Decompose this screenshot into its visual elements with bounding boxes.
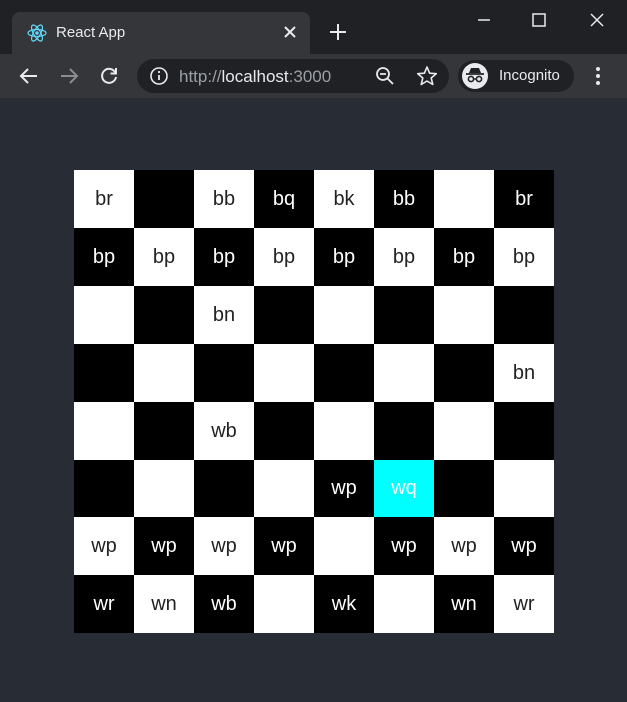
minimize-icon[interactable] — [472, 8, 496, 32]
board-square[interactable] — [314, 517, 374, 575]
board-square[interactable] — [74, 344, 134, 402]
profile-label: Incognito — [499, 67, 560, 84]
board-square[interactable]: bp — [374, 228, 434, 286]
board-square[interactable] — [434, 402, 494, 460]
board-square[interactable] — [254, 402, 314, 460]
board-square[interactable] — [434, 286, 494, 344]
board-square[interactable] — [74, 460, 134, 517]
board-square[interactable] — [434, 170, 494, 228]
board-square[interactable]: wp — [74, 517, 134, 575]
board-square[interactable]: bb — [374, 170, 434, 228]
url-text: http://localhost:3000 — [179, 67, 331, 87]
board-square[interactable] — [494, 402, 554, 460]
board-square[interactable] — [254, 460, 314, 517]
board-square[interactable]: bb — [194, 170, 254, 228]
board-square[interactable]: wk — [314, 575, 374, 633]
board-square[interactable]: bp — [134, 228, 194, 286]
close-window-icon[interactable] — [585, 8, 609, 32]
url-host: localhost — [221, 67, 289, 86]
board-square[interactable] — [374, 575, 434, 633]
info-icon[interactable] — [149, 66, 169, 86]
back-arrow-icon[interactable] — [17, 64, 41, 88]
board-square[interactable]: wn — [434, 575, 494, 633]
board-square[interactable]: wr — [74, 575, 134, 633]
board-square[interactable] — [314, 286, 374, 344]
url-scheme: http:// — [179, 67, 222, 86]
board-square[interactable] — [374, 402, 434, 460]
board-square[interactable] — [134, 402, 194, 460]
reload-icon[interactable] — [97, 64, 121, 88]
board-square[interactable] — [494, 460, 554, 517]
board-square[interactable] — [74, 286, 134, 344]
tab-title: React App — [56, 24, 126, 41]
board-square[interactable]: wp — [314, 460, 374, 517]
board-square[interactable]: wr — [494, 575, 554, 633]
browser-title-bar: React App — [0, 0, 627, 54]
address-bar[interactable]: http://localhost:3000 — [137, 59, 449, 93]
board-square[interactable]: bp — [74, 228, 134, 286]
board-square[interactable] — [254, 575, 314, 633]
board-square[interactable]: wq — [374, 460, 434, 517]
maximize-icon[interactable] — [527, 8, 551, 32]
board-square[interactable] — [254, 344, 314, 402]
forward-arrow-icon[interactable] — [57, 64, 81, 88]
board-square[interactable]: wp — [434, 517, 494, 575]
board-square[interactable]: wp — [374, 517, 434, 575]
board-square[interactable]: bn — [494, 344, 554, 402]
board-square[interactable] — [194, 460, 254, 517]
close-icon[interactable] — [282, 24, 298, 40]
plus-icon[interactable] — [328, 22, 348, 42]
react-logo-icon — [27, 24, 47, 42]
board-square[interactable]: bp — [254, 228, 314, 286]
board-square[interactable]: wp — [494, 517, 554, 575]
board-square[interactable]: wp — [194, 517, 254, 575]
board-square[interactable] — [134, 286, 194, 344]
board-square[interactable]: wn — [134, 575, 194, 633]
board-square[interactable]: wp — [254, 517, 314, 575]
board-square[interactable]: wp — [134, 517, 194, 575]
board-square[interactable] — [374, 286, 434, 344]
board-square[interactable] — [74, 402, 134, 460]
incognito-avatar — [462, 63, 488, 89]
board-square[interactable]: bq — [254, 170, 314, 228]
board-square[interactable] — [494, 286, 554, 344]
board-square[interactable] — [314, 402, 374, 460]
board-square[interactable] — [374, 344, 434, 402]
board-square[interactable]: bp — [494, 228, 554, 286]
board-square[interactable]: br — [494, 170, 554, 228]
more-vertical-icon[interactable] — [588, 64, 608, 88]
board-square[interactable] — [314, 344, 374, 402]
board-square[interactable]: bn — [194, 286, 254, 344]
browser-toolbar: http://localhost:3000 Incognito — [0, 54, 627, 99]
browser-tab[interactable]: React App — [12, 12, 310, 54]
star-icon[interactable] — [416, 65, 438, 87]
incognito-icon — [466, 68, 484, 83]
zoom-out-icon[interactable] — [375, 66, 395, 86]
board-square[interactable]: wb — [194, 402, 254, 460]
board-square[interactable] — [134, 460, 194, 517]
board-square[interactable] — [194, 344, 254, 402]
board-square[interactable] — [434, 460, 494, 517]
board-square[interactable]: bp — [314, 228, 374, 286]
board-square[interactable]: bp — [194, 228, 254, 286]
profile-button[interactable]: Incognito — [458, 60, 574, 92]
board-square[interactable]: wb — [194, 575, 254, 633]
board-square[interactable]: bk — [314, 170, 374, 228]
board-square[interactable]: br — [74, 170, 134, 228]
chess-board: br bb bq bk bb br bp bp bp bp bp bp bp bp bn bn wb wp wq wp… — [74, 170, 554, 633]
url-port: :3000 — [288, 67, 332, 86]
board-square[interactable] — [134, 170, 194, 228]
board-square[interactable]: bp — [434, 228, 494, 286]
board-square[interactable] — [254, 286, 314, 344]
board-square[interactable] — [134, 344, 194, 402]
board-square[interactable] — [434, 344, 494, 402]
